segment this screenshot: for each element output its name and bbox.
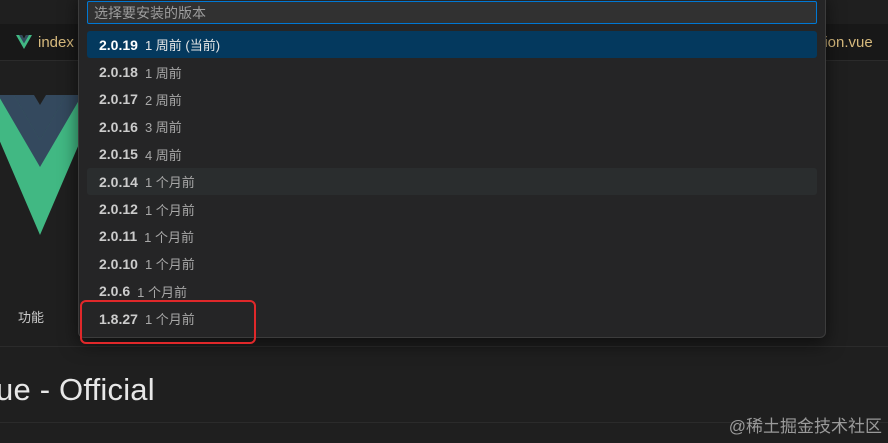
details-tab-features[interactable]: 功能 (18, 307, 44, 326)
version-number: 2.0.6 (99, 283, 131, 300)
version-number: 2.0.17 (99, 91, 138, 108)
version-list-item[interactable]: 1.8.27 1 个月前 (87, 305, 817, 332)
version-list-item[interactable]: 2.0.15 4 周前 (87, 141, 817, 168)
vue-file-icon (16, 35, 32, 49)
version-release-age: 1 个月前 (144, 202, 195, 218)
version-release-age: 1 个月前 (137, 284, 187, 300)
version-release-age: 3 周前 (144, 120, 182, 136)
version-release-age: 1 个月前 (144, 229, 194, 245)
version-number: 2.0.12 (99, 201, 138, 218)
version-list-item[interactable]: 2.0.12 1 个月前 (87, 195, 817, 222)
version-release-age: 1 周前 (当前) (144, 38, 221, 54)
version-list-item[interactable]: 2.0.17 2 周前 (87, 86, 817, 113)
version-number: 1.8.27 (99, 310, 138, 327)
version-list: 2.0.19 1 周前 (当前) 2.0.18 1 周前 2.0.17 2 周前 2.0.1… (87, 31, 817, 332)
version-release-age: 1 个月前 (144, 257, 195, 273)
extension-title: ue - Official (0, 372, 155, 407)
version-number: 2.0.16 (99, 118, 138, 135)
version-list-item[interactable]: 2.0.6 1 个月前 (87, 278, 817, 305)
watermark: @稀土掘金技术社区 (728, 417, 882, 436)
version-list-item[interactable]: 2.0.10 1 个月前 (87, 250, 817, 277)
editor-tab-index[interactable]: index (16, 32, 74, 52)
version-number: 2.0.18 (99, 64, 138, 81)
version-release-age: 4 周前 (144, 147, 182, 163)
version-number: 2.0.14 (99, 173, 138, 190)
version-list-item[interactable]: 2.0.16 3 周前 (87, 113, 817, 140)
version-release-age: 1 周前 (144, 65, 182, 81)
version-list-item[interactable]: 2.0.19 1 周前 (当前) (87, 31, 817, 59)
version-number: 2.0.10 (99, 255, 138, 272)
version-list-item[interactable]: 2.0.14 1 个月前 (87, 167, 817, 196)
editor-tab-label: index (38, 33, 74, 51)
version-number: 2.0.11 (99, 228, 138, 245)
version-list-item[interactable]: 2.0.11 1 个月前 (87, 223, 817, 250)
version-list-item[interactable]: 2.0.18 1 周前 (87, 58, 817, 85)
divider (0, 346, 888, 347)
version-number: 2.0.19 (99, 36, 138, 53)
version-filter-input[interactable] (87, 1, 817, 24)
version-release-age: 2 周前 (144, 92, 182, 108)
version-quick-pick: 2.0.191 周前 (当前)2.0.181 周前2.0.172 周前2.0.1… (78, 0, 826, 338)
version-release-age: 1 个月前 (144, 175, 195, 191)
version-release-age: 1 个月前 (144, 312, 195, 328)
version-number: 2.0.15 (99, 146, 138, 163)
